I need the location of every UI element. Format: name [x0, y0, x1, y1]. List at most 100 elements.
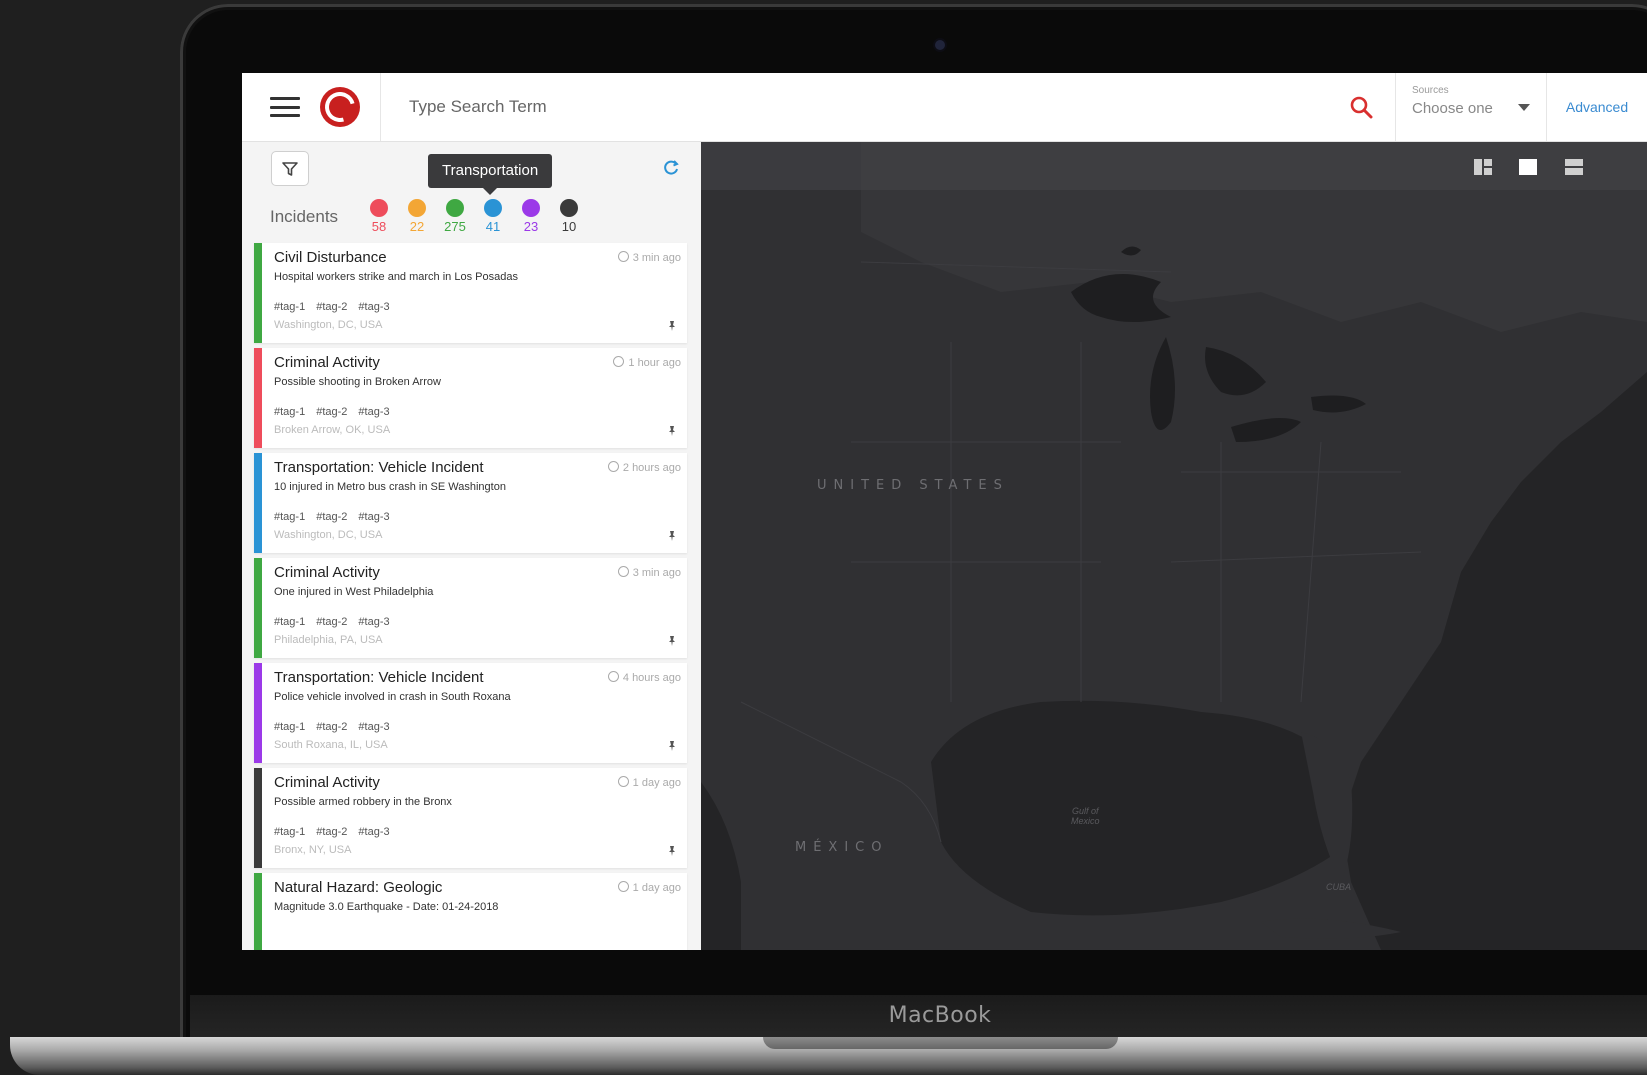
stacked-layout-icon[interactable]	[1565, 159, 1583, 175]
incident-location: South Roxana, IL, USA	[274, 739, 388, 751]
search-input[interactable]	[407, 86, 1341, 128]
category-dot-icon	[484, 199, 502, 217]
pin-icon[interactable]	[667, 321, 677, 331]
incident-time: 3 min ago	[617, 566, 681, 579]
tag-link[interactable]: #tag-1	[274, 721, 305, 733]
incident-location: Washington, DC, USA	[274, 319, 383, 331]
tag-link[interactable]: #tag-3	[358, 826, 389, 838]
tag-link[interactable]: #tag-2	[316, 301, 347, 313]
tag-link[interactable]: #tag-2	[316, 511, 347, 523]
incident-card[interactable]: Criminal Activity 3 min ago One injured in…	[254, 558, 687, 658]
incident-count-filter[interactable]: 22	[398, 199, 436, 234]
incident-time: 1 day ago	[617, 776, 681, 789]
map-label-gulf-line1: Gulf of	[1072, 806, 1099, 816]
hamburger-menu-icon[interactable]	[270, 97, 300, 117]
tag-link[interactable]: #tag-3	[358, 301, 389, 313]
incident-card[interactable]: Natural Hazard: Geologic 1 day ago Magnitu…	[254, 873, 687, 950]
category-dot-icon	[446, 199, 464, 217]
category-dot-icon	[370, 199, 388, 217]
tag-link[interactable]: #tag-2	[316, 616, 347, 628]
incident-count: 41	[485, 219, 501, 234]
incident-panel: Transportation Incidents 58 22 275 41 23 10 C…	[242, 142, 701, 950]
incident-title: Criminal Activity	[274, 774, 380, 791]
incident-title: Transportation: Vehicle Incident	[274, 669, 484, 686]
incident-count-filter[interactable]: 10	[550, 199, 588, 234]
category-dot-icon	[560, 199, 578, 217]
incident-time: 4 hours ago	[607, 671, 681, 684]
incident-time: 1 day ago	[617, 881, 681, 894]
pin-icon[interactable]	[667, 636, 677, 646]
category-tooltip: Transportation	[428, 154, 553, 195]
single-layout-icon[interactable]	[1519, 159, 1537, 175]
incident-tags: #tag-1 #tag-2 #tag-3	[274, 511, 401, 523]
chevron-down-icon	[1518, 104, 1530, 111]
clock-icon	[617, 566, 629, 577]
search-icon[interactable]	[1341, 87, 1381, 127]
incident-card[interactable]: Transportation: Vehicle Incident 4 hours …	[254, 663, 687, 763]
split-layout-icon[interactable]	[1474, 159, 1492, 175]
incident-card[interactable]: Transportation: Vehicle Incident 2 hours …	[254, 453, 687, 553]
incident-count: 10	[561, 219, 577, 234]
incident-count-filter[interactable]: 41	[474, 199, 512, 234]
tag-link[interactable]: #tag-1	[274, 511, 305, 523]
app-logo[interactable]	[319, 86, 361, 128]
tag-link[interactable]: #tag-1	[274, 826, 305, 838]
tag-link[interactable]: #tag-1	[274, 406, 305, 418]
sources-dropdown[interactable]: Sources Choose one	[1395, 73, 1546, 141]
clock-icon	[617, 881, 629, 892]
incident-time-text: 2 hours ago	[622, 462, 681, 474]
map-view[interactable]: UNITED STATES MÉXICO Gulf of Mexico CUBA	[701, 142, 1647, 950]
tag-link[interactable]: #tag-2	[316, 826, 347, 838]
topbar-divider	[380, 73, 381, 141]
incident-card[interactable]: Criminal Activity 1 day ago Possible armed…	[254, 768, 687, 868]
tag-link[interactable]: #tag-3	[358, 616, 389, 628]
tag-link[interactable]: #tag-1	[274, 301, 305, 313]
sources-selected-value: Choose one	[1412, 100, 1493, 117]
incident-list: Civil Disturbance 3 min ago Hospital worke…	[254, 243, 687, 950]
category-dot-icon	[522, 199, 540, 217]
advanced-search-link[interactable]: Advanced	[1546, 73, 1647, 141]
pin-icon[interactable]	[667, 741, 677, 751]
incident-count-filter[interactable]: 275	[436, 199, 474, 234]
incident-title: Transportation: Vehicle Incident	[274, 459, 484, 476]
incident-description: Magnitude 3.0 Earthquake - Date: 01-24-2…	[274, 901, 499, 913]
clock-icon	[617, 251, 629, 262]
incident-time-text: 1 day ago	[632, 777, 681, 789]
category-dot-icon	[408, 199, 426, 217]
incident-description: One injured in West Philadelphia	[274, 586, 434, 598]
laptop-base-notch	[763, 1037, 1118, 1049]
incident-title: Civil Disturbance	[274, 249, 387, 266]
tag-link[interactable]: #tag-2	[316, 406, 347, 418]
map-label-mexico: MÉXICO	[795, 840, 889, 855]
incident-time: 2 hours ago	[607, 461, 681, 474]
pin-icon[interactable]	[667, 426, 677, 436]
incident-card[interactable]: Civil Disturbance 3 min ago Hospital worke…	[254, 243, 687, 343]
tag-link[interactable]: #tag-3	[358, 511, 389, 523]
pin-icon[interactable]	[667, 846, 677, 856]
incident-location: Philadelphia, PA, USA	[274, 634, 383, 646]
app-screen: Sources Choose one Advanced Transportati…	[242, 73, 1647, 950]
incident-title: Criminal Activity	[274, 354, 380, 371]
clock-icon	[613, 356, 625, 367]
incident-description: Police vehicle involved in crash in Sout…	[274, 691, 511, 703]
tag-link[interactable]: #tag-3	[358, 406, 389, 418]
incident-time: 3 min ago	[617, 251, 681, 264]
incident-description: Hospital workers strike and march in Los…	[274, 271, 518, 283]
clock-icon	[607, 461, 619, 472]
incident-card[interactable]: Criminal Activity 1 hour ago Possible shoo…	[254, 348, 687, 448]
incident-tags: #tag-1 #tag-2 #tag-3	[274, 406, 401, 418]
top-bar: Sources Choose one Advanced	[242, 73, 1647, 142]
filter-button[interactable]	[271, 151, 309, 186]
refresh-icon[interactable]	[662, 159, 682, 179]
incident-time-text: 1 hour ago	[628, 357, 681, 369]
tag-link[interactable]: #tag-1	[274, 616, 305, 628]
incident-time: 1 hour ago	[613, 356, 681, 369]
incident-time-text: 3 min ago	[632, 567, 681, 579]
incident-count-filter[interactable]: 58	[360, 199, 398, 234]
pin-icon[interactable]	[667, 531, 677, 541]
incident-count: 23	[523, 219, 539, 234]
incident-count-filter[interactable]: 23	[512, 199, 550, 234]
tag-link[interactable]: #tag-2	[316, 721, 347, 733]
incident-tags: #tag-1 #tag-2 #tag-3	[274, 616, 401, 628]
tag-link[interactable]: #tag-3	[358, 721, 389, 733]
